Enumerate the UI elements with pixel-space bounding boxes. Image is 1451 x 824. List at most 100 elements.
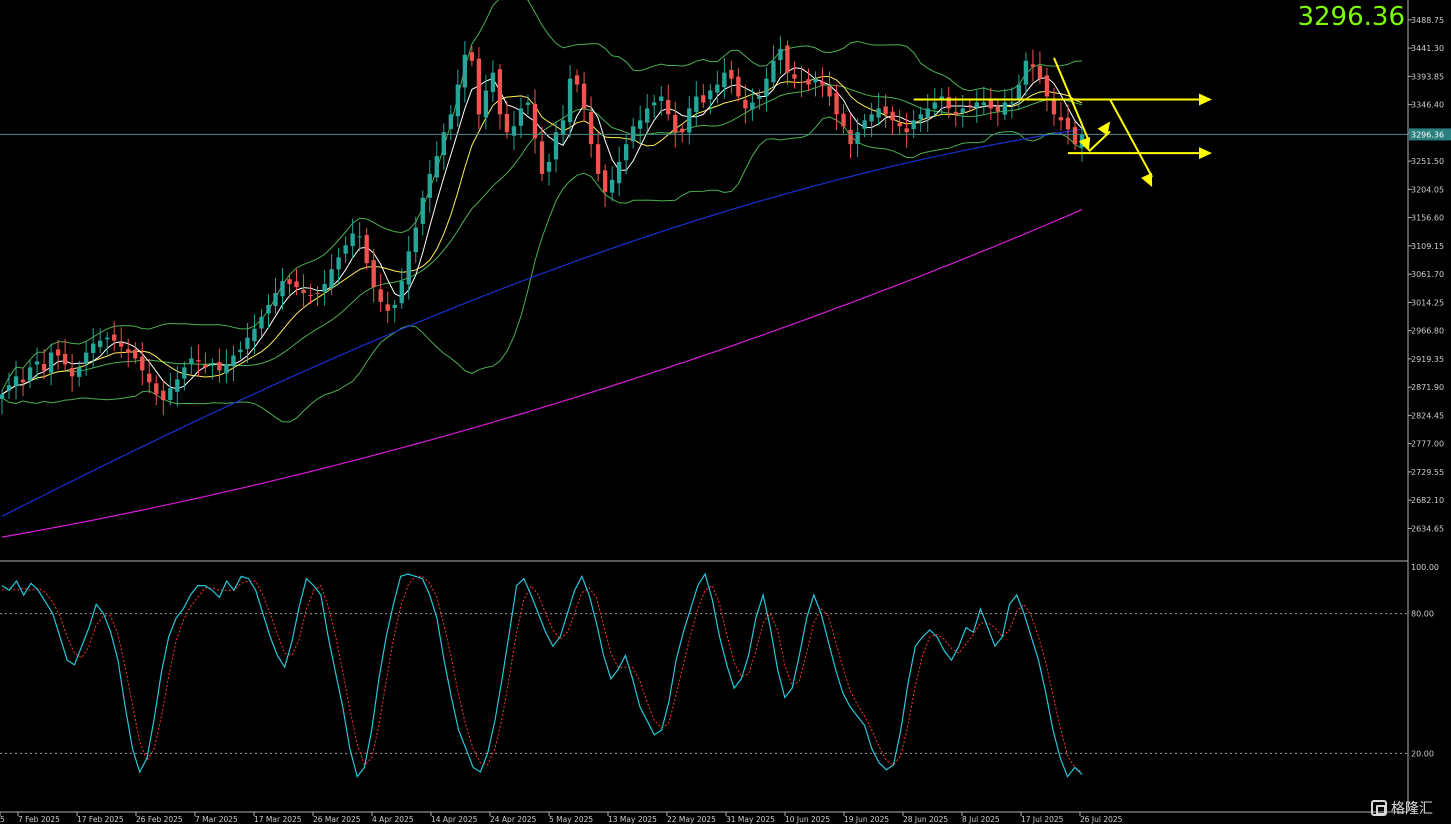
candle-body (364, 234, 369, 264)
time-tick-label: 24 Apr 2025 (490, 815, 537, 824)
candle-body (659, 96, 664, 102)
candle-body (848, 129, 853, 145)
price-tick-label: 3204.05 (1411, 185, 1444, 194)
candle-body (294, 281, 299, 288)
candle-body (532, 103, 538, 139)
candle-body (546, 162, 552, 172)
time-tick-label: 28 Jun 2025 (903, 815, 948, 824)
candle-body (1009, 102, 1015, 104)
candle-body (126, 349, 131, 353)
candle-body (1030, 64, 1036, 67)
trading-chart[interactable]: 3488.753441.303393.853346.403298.953251.… (0, 0, 1451, 824)
candle-body (638, 120, 643, 129)
candle-body (20, 379, 26, 383)
candle-body (322, 284, 327, 292)
candle-body (455, 84, 461, 117)
time-tick-label: 5 May 2025 (549, 815, 593, 824)
candle-body (210, 364, 215, 366)
candle-body (301, 289, 306, 294)
candle-body (666, 99, 671, 115)
price-tick-label: 2777.00 (1411, 440, 1444, 449)
candle-body (252, 328, 257, 342)
candle-body (55, 349, 61, 356)
candle-body (799, 81, 804, 83)
candle-body (918, 114, 923, 120)
candle-body (869, 114, 874, 122)
candle-body (112, 334, 117, 341)
candle-body (385, 304, 390, 311)
price-tick-label: 3061.70 (1411, 270, 1444, 279)
time-tick-label: 17 Jul 2025 (1021, 815, 1064, 824)
candle-body (315, 292, 320, 294)
candle-body (967, 105, 972, 107)
candle-body (406, 251, 411, 285)
candle-body (69, 367, 75, 377)
time-tick-label: 13 May 2025 (608, 815, 657, 824)
candle-body (778, 48, 783, 61)
candle-body (399, 281, 404, 304)
candle-body (988, 99, 994, 109)
candle-body (76, 367, 82, 377)
candle-body (708, 90, 713, 100)
candle-body (273, 293, 278, 307)
candle-body (630, 126, 636, 142)
time-tick-label: 10 Jun 2025 (785, 815, 830, 824)
candle-body (911, 120, 916, 130)
candle-body (834, 93, 839, 115)
candle-body (189, 358, 194, 365)
stochastic-tick-label: 20.00 (1411, 749, 1434, 758)
time-tick-label: 31 May 2025 (726, 815, 775, 824)
candle-body (1016, 84, 1022, 99)
candle-body (266, 304, 271, 314)
price-tick-label: 3014.25 (1411, 298, 1444, 307)
candle-body (645, 108, 650, 123)
candle-body (1072, 127, 1078, 145)
candle-body (308, 295, 313, 297)
price-tick-label: 3109.15 (1411, 242, 1444, 251)
candle-body (0, 394, 5, 399)
time-tick-label: 14 Apr 2025 (431, 815, 478, 824)
time-tick-label: 26 Mar 2025 (313, 815, 361, 824)
candle-body (196, 360, 201, 362)
candle-body (974, 102, 979, 108)
candle-body (602, 170, 608, 192)
price-tick-label: 3393.85 (1411, 72, 1444, 81)
candle-body (862, 120, 867, 129)
candle-body (441, 132, 446, 156)
candle-body (743, 99, 748, 109)
candle-body (48, 352, 54, 373)
candle-body (378, 289, 383, 302)
candle-body (147, 373, 152, 383)
candle-body (490, 72, 496, 92)
candle-body (932, 102, 937, 109)
candle-body (336, 257, 341, 270)
candle-body (259, 316, 264, 329)
price-tick-label: 2729.55 (1411, 468, 1444, 477)
candle-body (280, 281, 285, 297)
candle-body (6, 385, 12, 391)
time-tick-label: 8 Jul 2025 (962, 815, 1000, 824)
candle-body (231, 355, 236, 367)
candle-body (154, 383, 159, 395)
candle-body (392, 304, 397, 308)
candle-body (62, 354, 68, 365)
candle-body (1023, 60, 1029, 85)
candle-body (757, 96, 762, 99)
candle-body (497, 69, 503, 115)
price-tick-label: 3441.30 (1411, 44, 1444, 53)
candle-body (140, 356, 145, 371)
watermark-text: 格隆汇 (1391, 801, 1433, 817)
candle-body (841, 113, 846, 127)
candle-body (925, 108, 930, 118)
candle-body (462, 54, 468, 88)
candle-body (981, 102, 986, 105)
candle-body (567, 78, 573, 123)
candle-body (448, 114, 454, 129)
candle-body (105, 337, 110, 340)
candle-body (287, 279, 292, 285)
time-tick-label: 5 (0, 815, 5, 824)
price-tick-label: 3156.60 (1411, 214, 1444, 223)
stochastic-tick-label: 80.00 (1411, 610, 1434, 619)
candle-body (371, 260, 376, 288)
candle-body (750, 102, 755, 110)
